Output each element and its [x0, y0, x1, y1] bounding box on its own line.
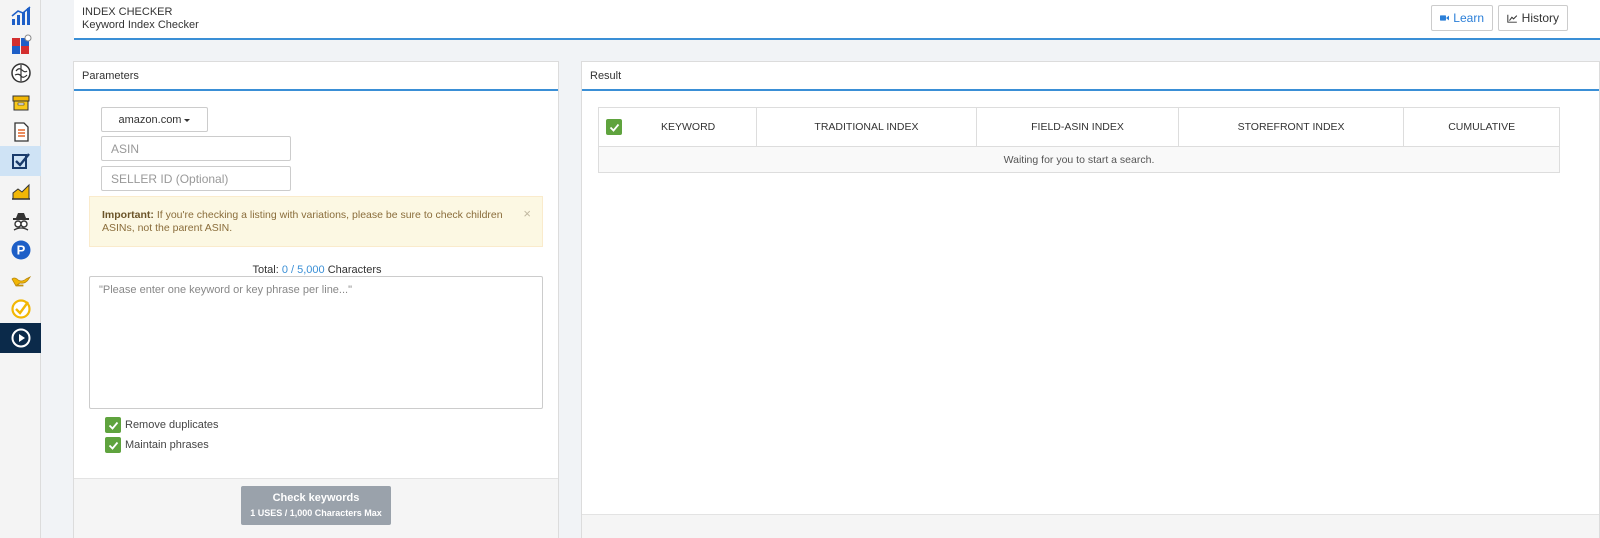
parameters-panel-title: Parameters: [74, 62, 558, 91]
marketplace-value: amazon.com: [118, 113, 182, 126]
variations-alert: Important: If you're checking a listing …: [89, 196, 543, 247]
column-header-cumulative: CUMULATIVE: [1448, 121, 1516, 133]
keywords-textarea[interactable]: [89, 276, 543, 409]
result-panel-title: Result: [582, 62, 1599, 91]
sidebar-item-bar-chart[interactable]: [0, 1, 41, 31]
asin-input[interactable]: [101, 136, 291, 161]
alert-text: If you're checking a listing with variat…: [102, 209, 503, 234]
check-box-icon: [11, 153, 30, 169]
brain-icon: [10, 63, 31, 83]
check-keywords-button[interactable]: Check keywords 1 USES / 1,000 Characters…: [241, 486, 391, 525]
alert-close-icon[interactable]: ×: [523, 207, 531, 220]
parameters-panel: Parameters amazon.com Important: If you'…: [73, 61, 559, 538]
sidebar-item-spy[interactable]: [0, 206, 41, 236]
maintain-phrases-option[interactable]: Maintain phrases: [105, 437, 209, 453]
sidebar-item-multi-square[interactable]: [0, 30, 41, 60]
parameters-footer: Check keywords 1 USES / 1,000 Characters…: [74, 478, 558, 538]
line-chart-icon: [1507, 14, 1518, 23]
sidebar-item-check-circle[interactable]: [0, 294, 41, 324]
check-circle-icon: [10, 299, 31, 319]
column-header-field-asin-index: FIELD-ASIN INDEX: [977, 108, 1179, 146]
remove-duplicates-option[interactable]: Remove duplicates: [105, 417, 219, 433]
total-label: Total:: [252, 264, 279, 276]
sidebar-item-index-checker[interactable]: [0, 146, 41, 176]
learn-button[interactable]: Learn: [1431, 5, 1493, 31]
page-header: INDEX CHECKER Keyword Index Checker Lear…: [74, 0, 1600, 40]
checkmark-icon: [108, 421, 118, 430]
play-icon: [11, 328, 30, 348]
marketplace-dropdown[interactable]: amazon.com: [101, 107, 208, 132]
check-keywords-sublabel: 1 USES / 1,000 Characters Max: [250, 508, 382, 518]
page-title: INDEX CHECKER: [82, 6, 173, 18]
result-table: KEYWORD TRADITIONAL INDEX FIELD-ASIN IND…: [598, 107, 1560, 173]
sidebar: P: [0, 0, 41, 538]
column-header-keyword: KEYWORD: [599, 108, 757, 146]
sidebar-item-brain[interactable]: [0, 58, 41, 88]
history-button-label: History: [1521, 11, 1559, 25]
seller-id-input[interactable]: [101, 166, 291, 191]
sidebar-item-play[interactable]: [0, 323, 41, 353]
genie-lamp-icon: [11, 275, 31, 287]
sidebar-item-box[interactable]: [0, 88, 41, 118]
column-header-traditional-index: TRADITIONAL INDEX: [757, 108, 978, 146]
sidebar-item-area-chart[interactable]: [0, 176, 41, 206]
check-keywords-label: Check keywords: [272, 492, 360, 504]
checkmark-icon: [108, 441, 118, 450]
page-subtitle: Keyword Index Checker: [82, 19, 199, 31]
result-panel: Result KEYWORD TRADITIONAL INDEX FIELD-A…: [581, 61, 1600, 538]
remove-duplicates-checkbox[interactable]: [105, 417, 121, 433]
total-suffix: Characters: [327, 264, 382, 276]
sidebar-item-document[interactable]: [0, 117, 41, 147]
video-camera-icon: [1440, 15, 1450, 21]
box-icon: [12, 95, 29, 111]
caret-down-icon: [184, 118, 191, 122]
remove-duplicates-label: Remove duplicates: [125, 419, 219, 431]
column-header-storefront-index: STOREFRONT INDEX: [1179, 108, 1405, 146]
spy-icon: [12, 213, 29, 231]
p-badge-icon: P: [11, 240, 30, 260]
area-chart-icon: [11, 183, 30, 200]
result-footer: [582, 514, 1599, 538]
bar-chart-icon: [11, 6, 30, 25]
history-button[interactable]: History: [1498, 5, 1568, 31]
result-table-header: KEYWORD TRADITIONAL INDEX FIELD-ASIN IND…: [599, 108, 1559, 147]
svg-text:P: P: [16, 243, 25, 258]
sidebar-item-p-badge[interactable]: P: [0, 235, 41, 265]
select-all-checkbox[interactable]: [606, 119, 622, 135]
checkmark-icon: [609, 123, 619, 132]
document-icon: [13, 122, 29, 142]
maintain-phrases-checkbox[interactable]: [105, 437, 121, 453]
column-header-keyword-label: KEYWORD: [661, 121, 716, 133]
multi-square-icon: [11, 34, 31, 54]
learn-button-label: Learn: [1453, 11, 1484, 25]
maintain-phrases-label: Maintain phrases: [125, 439, 209, 451]
result-empty-message: Waiting for you to start a search.: [599, 147, 1559, 172]
total-count: 0 / 5,000: [281, 264, 325, 276]
character-total: Total: 0 / 5,000 Characters: [74, 264, 560, 276]
sidebar-item-genie-lamp[interactable]: [0, 264, 41, 294]
alert-bold-text: Important:: [102, 209, 154, 221]
